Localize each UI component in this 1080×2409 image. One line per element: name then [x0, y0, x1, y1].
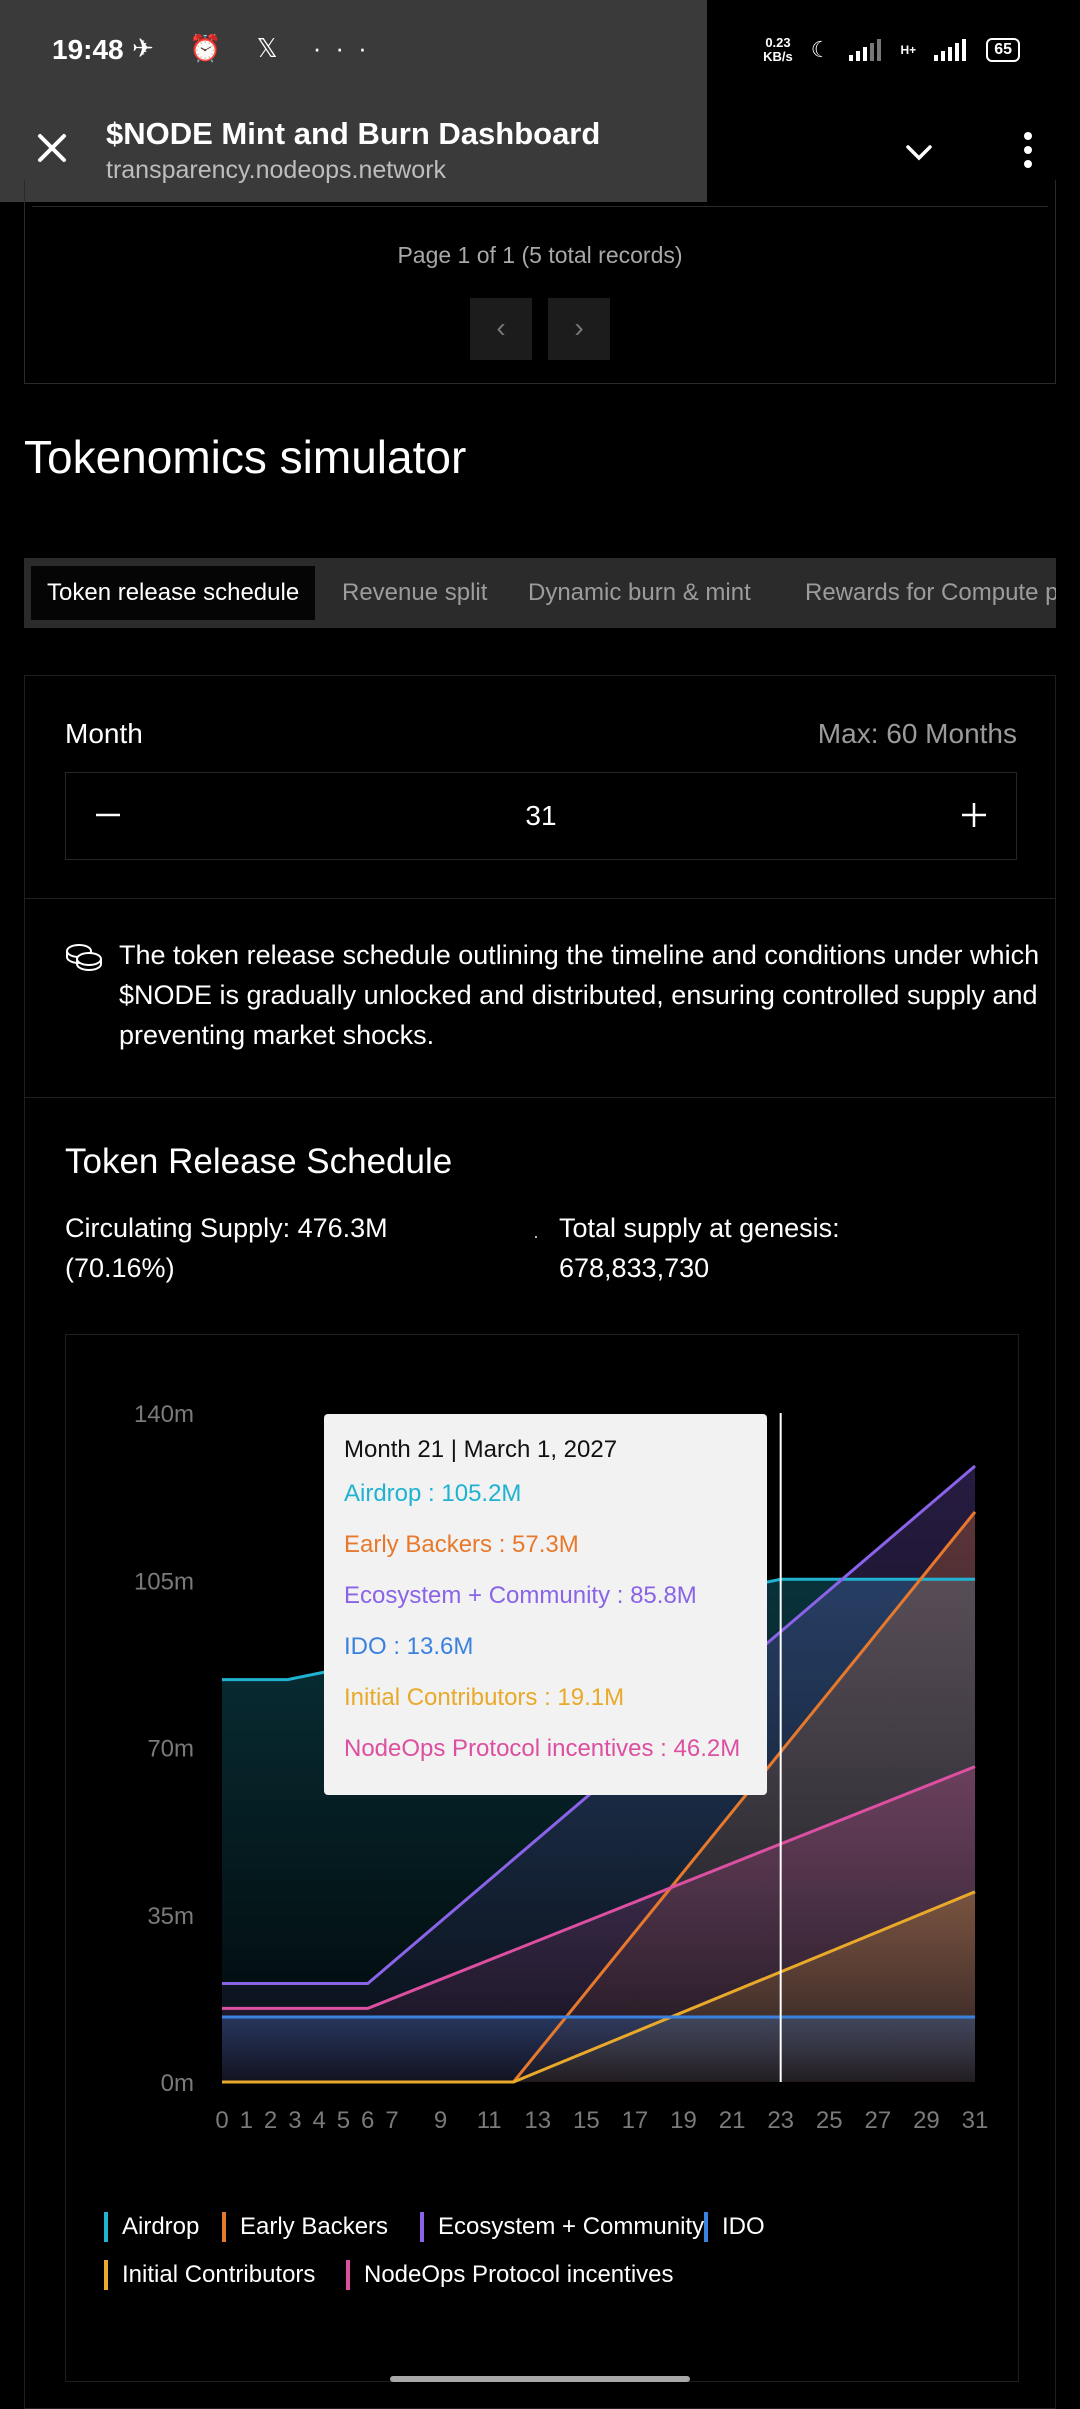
home-indicator[interactable]	[390, 2376, 690, 2382]
page-title: $NODE Mint and Burn Dashboard	[106, 116, 601, 151]
legend-item[interactable]: Ecosystem + Community	[420, 2212, 704, 2242]
description-panel: The token release schedule outlining the…	[24, 898, 1056, 1098]
signal-icon-2	[934, 39, 967, 61]
plus-icon[interactable]	[954, 795, 994, 835]
circulating-supply: Circulating Supply: 476.3M (70.16%)	[65, 1213, 388, 1283]
records-table-footer: Page 1 of 1 (5 total records) ‹ ›	[24, 180, 1056, 384]
chevron-down-icon[interactable]	[904, 138, 934, 168]
legend-item[interactable]: Initial Contributors	[104, 2260, 315, 2290]
tooltip-row: Airdrop : 105.2M	[344, 1480, 522, 1507]
tooltip-row: Initial Contributors : 19.1M	[344, 1684, 625, 1711]
tooltip-row: IDO : 13.6M	[344, 1633, 474, 1660]
signal-icon	[848, 39, 881, 61]
status-bar: 19:48 ✈ ⏰ 𝕏 ··· 0.23 KB/s ☾ H+ 65	[0, 0, 1080, 202]
previous-page-button[interactable]: ‹	[470, 298, 532, 360]
tooltip-row: Early Backers : 57.3M	[344, 1531, 579, 1558]
network-type: H+	[900, 43, 917, 57]
moon-icon: ☾	[810, 37, 831, 62]
tab-rewards-for-compute[interactable]: Rewards for Compute p	[789, 566, 1056, 620]
notification-icons: ✈ ⏰ 𝕏 ···	[132, 33, 381, 63]
battery-icon: 65	[986, 38, 1020, 62]
legend-item[interactable]: IDO	[704, 2212, 765, 2242]
legend-item[interactable]: NodeOps Protocol incentives	[346, 2260, 674, 2290]
schedule-description: The token release schedule outlining the…	[119, 940, 1040, 1050]
divider	[32, 206, 1048, 207]
section-title: Tokenomics simulator	[24, 431, 467, 483]
legend-item[interactable]: Airdrop	[104, 2212, 199, 2242]
month-value[interactable]: 31	[66, 773, 1016, 859]
coins-icon	[66, 944, 102, 971]
separator-dot: ·	[533, 1226, 539, 1246]
month-max: Max: 60 Months	[817, 718, 1017, 749]
status-time: 19:48	[52, 34, 124, 65]
genesis-supply: Total supply at genesis: 678,833,730	[559, 1213, 840, 1283]
month-label: Month	[65, 718, 143, 749]
tooltip-row: NodeOps Protocol incentives : 46.2M	[344, 1735, 741, 1762]
month-panel: Month Max: 60 Months 31	[24, 675, 1056, 899]
tab-token-release-schedule[interactable]: Token release schedule	[31, 566, 316, 620]
chart-title: Token Release Schedule	[65, 1142, 453, 1181]
tooltip-row: Ecosystem + Community : 85.8M	[344, 1582, 697, 1609]
chart-tooltip: Month 21 | March 1, 2027 Airdrop : 105.2…	[324, 1414, 767, 1795]
tab-dynamic-burn-mint[interactable]: Dynamic burn & mint	[512, 566, 767, 620]
legend-item[interactable]: Early Backers	[222, 2212, 388, 2242]
simulator-tabs: Token release schedule Revenue split Dyn…	[24, 558, 1056, 628]
pagination-info: Page 1 of 1 (5 total records)	[397, 242, 683, 268]
more-options-icon[interactable]	[1018, 128, 1038, 172]
close-icon[interactable]	[30, 126, 74, 170]
next-page-button[interactable]: ›	[548, 298, 610, 360]
network-speed: 0.23 KB/s	[763, 35, 793, 64]
month-stepper: 31	[65, 772, 1017, 860]
tab-revenue-split[interactable]: Revenue split	[326, 566, 503, 620]
status-right-icons: 0.23 KB/s ☾ H+ 65	[763, 36, 1020, 64]
tooltip-header: Month 21 | March 1, 2027	[344, 1436, 618, 1463]
